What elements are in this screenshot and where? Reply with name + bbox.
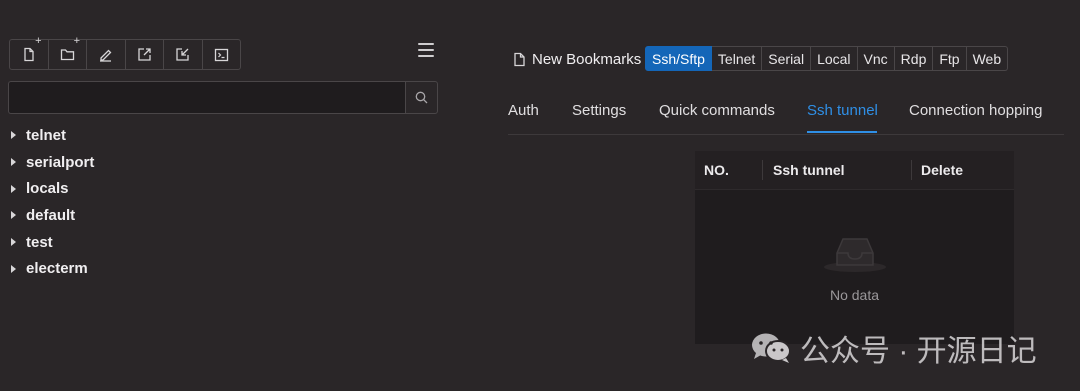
search-icon bbox=[415, 91, 428, 104]
protocol-local[interactable]: Local bbox=[811, 46, 858, 71]
protocol-vnc[interactable]: Vnc bbox=[857, 46, 895, 71]
protocol-rdp[interactable]: Rdp bbox=[894, 46, 934, 71]
tree-item-locals[interactable]: locals bbox=[10, 175, 94, 202]
caret-right-icon[interactable] bbox=[11, 131, 16, 140]
tree-item-serialport[interactable]: serialport bbox=[10, 149, 94, 176]
column-header-delete: Delete bbox=[921, 162, 964, 178]
file-icon bbox=[514, 52, 525, 66]
watermark-text: 公众号 · 开源日记 bbox=[800, 335, 1037, 368]
plus-icon: + bbox=[73, 35, 80, 47]
edit-button[interactable] bbox=[87, 40, 126, 69]
empty-state: No data bbox=[695, 231, 1014, 303]
import-button[interactable] bbox=[126, 40, 164, 69]
protocol-ssh-sftp[interactable]: Ssh/Sftp bbox=[645, 46, 712, 71]
export-icon bbox=[176, 48, 189, 61]
folder-icon bbox=[60, 49, 74, 61]
watermark: 公众号 · 开源日记 bbox=[750, 330, 1037, 368]
tree-item-telnet[interactable]: telnet bbox=[10, 122, 94, 149]
protocol-telnet[interactable]: Telnet bbox=[711, 46, 763, 71]
ssh-tunnel-table: NO. Ssh tunnel Delete No data bbox=[695, 151, 1014, 344]
new-bookmark-button[interactable]: + bbox=[10, 36, 49, 69]
tab-auth[interactable]: Auth bbox=[508, 102, 539, 119]
tab-ssh-tunnel[interactable]: Ssh tunnel bbox=[807, 102, 878, 119]
table-header: NO. Ssh tunnel Delete bbox=[695, 151, 1014, 190]
column-header-no: NO. bbox=[704, 162, 729, 178]
tree-item-test[interactable]: test bbox=[10, 229, 94, 256]
tree-item-label: locals bbox=[26, 180, 69, 198]
bookmark-tree: telnet serialport locals default test el… bbox=[10, 122, 94, 282]
tree-item-label: default bbox=[26, 206, 76, 224]
search-button[interactable] bbox=[405, 81, 438, 114]
empty-text: No data bbox=[829, 287, 880, 303]
search-input[interactable] bbox=[8, 81, 405, 114]
terminal-button[interactable] bbox=[203, 40, 241, 69]
column-divider bbox=[911, 160, 912, 180]
tab-quick-commands[interactable]: Quick commands bbox=[659, 102, 775, 119]
import-icon bbox=[138, 48, 151, 61]
protocol-ftp[interactable]: Ftp bbox=[933, 46, 967, 71]
caret-right-icon[interactable] bbox=[11, 158, 16, 167]
file-icon bbox=[24, 47, 34, 62]
terminal-icon bbox=[214, 48, 228, 61]
tree-item-electerm[interactable]: electerm bbox=[10, 255, 94, 282]
caret-right-icon[interactable] bbox=[11, 238, 16, 247]
protocol-web[interactable]: Web bbox=[966, 46, 1009, 71]
export-button[interactable] bbox=[164, 40, 203, 69]
wechat-icon bbox=[752, 333, 791, 363]
plus-icon: + bbox=[35, 35, 42, 47]
tree-item-label: electerm bbox=[26, 260, 88, 278]
active-tab-indicator bbox=[807, 131, 877, 133]
new-folder-button[interactable]: + bbox=[49, 36, 87, 69]
settings-tabs: Auth Settings Quick commands Ssh tunnel … bbox=[508, 98, 1064, 135]
protocol-serial[interactable]: Serial bbox=[762, 46, 812, 71]
column-divider bbox=[762, 160, 763, 180]
menu-icon[interactable] bbox=[416, 41, 436, 59]
tab-settings[interactable]: Settings bbox=[572, 102, 626, 119]
tree-item-default[interactable]: default bbox=[10, 202, 94, 229]
bookmark-toolbar: + + bbox=[9, 36, 241, 70]
bookmark-title-text: New Bookmarks bbox=[532, 50, 642, 68]
column-header-ssh-tunnel: Ssh tunnel bbox=[773, 162, 845, 178]
empty-inbox-icon bbox=[823, 238, 886, 272]
caret-right-icon[interactable] bbox=[11, 264, 16, 273]
caret-right-icon[interactable] bbox=[11, 184, 16, 193]
tree-item-label: test bbox=[26, 233, 53, 251]
tree-item-label: serialport bbox=[26, 153, 95, 171]
pencil-icon bbox=[100, 49, 112, 62]
caret-right-icon[interactable] bbox=[11, 211, 16, 220]
bookmark-title: New Bookmarks bbox=[513, 47, 641, 71]
protocol-selector: Ssh/Sftp Telnet Serial Local Vnc Rdp Ftp… bbox=[645, 46, 1009, 71]
tab-connection-hopping[interactable]: Connection hopping bbox=[909, 102, 1042, 119]
tree-item-label: telnet bbox=[26, 126, 67, 144]
search-bar bbox=[8, 81, 438, 114]
